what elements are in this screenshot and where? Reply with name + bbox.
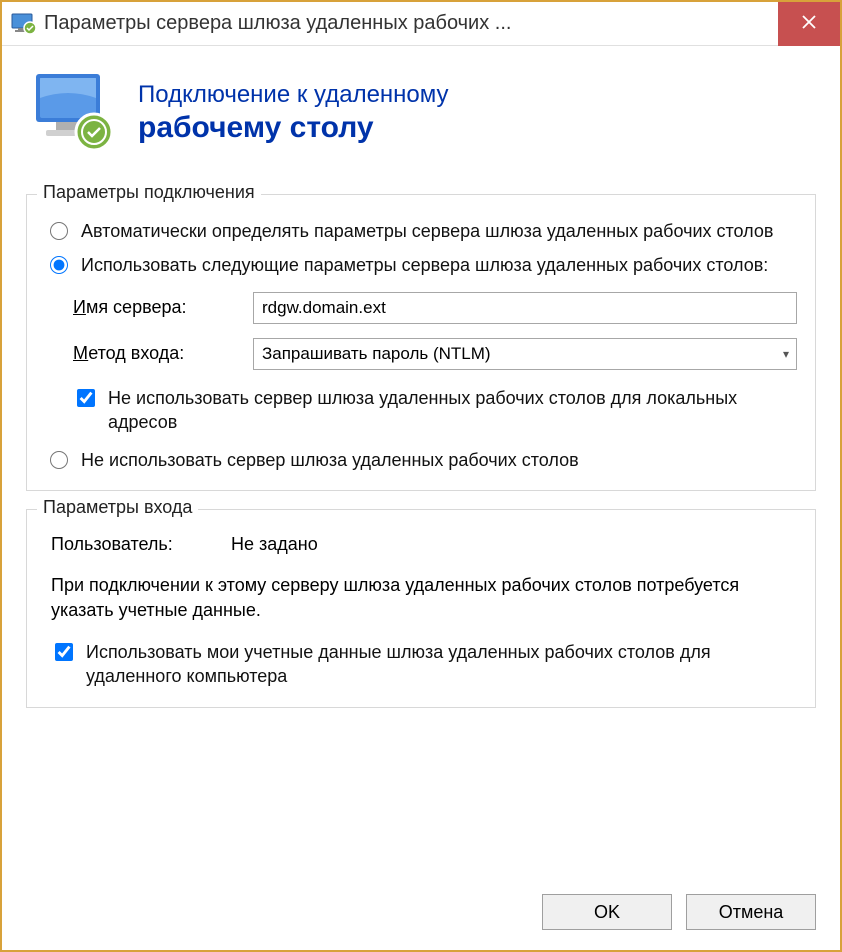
radio-none-row: Не использовать сервер шлюза удаленных р… <box>45 448 797 472</box>
bypass-local-row: Не использовать сервер шлюза удаленных р… <box>73 386 797 435</box>
dialog-header: Подключение к удаленному рабочему столу <box>2 46 840 176</box>
server-name-input[interactable] <box>253 292 797 324</box>
bypass-local-label[interactable]: Не использовать сервер шлюза удаленных р… <box>108 386 797 435</box>
login-method-label: Метод входа: <box>73 343 253 364</box>
user-value: Не задано <box>231 534 318 555</box>
connection-settings-group: Параметры подключения Автоматически опре… <box>26 194 816 491</box>
close-icon <box>802 13 816 34</box>
radio-use-settings[interactable] <box>50 256 68 274</box>
connection-legend: Параметры подключения <box>37 182 261 203</box>
radio-none-label[interactable]: Не использовать сервер шлюза удаленных р… <box>81 448 579 472</box>
server-name-label: Имя сервера: <box>73 297 253 318</box>
login-method-select[interactable]: Запрашивать пароль (NTLM) <box>253 338 797 370</box>
login-method-select-wrap: Запрашивать пароль (NTLM) ▾ <box>253 338 797 370</box>
rdp-icon <box>30 68 120 158</box>
cancel-button[interactable]: Отмена <box>686 894 816 930</box>
close-button[interactable] <box>778 2 840 46</box>
share-creds-checkbox[interactable] <box>55 643 73 661</box>
titlebar: Параметры сервера шлюза удаленных рабочи… <box>2 2 840 46</box>
dialog-content: Параметры подключения Автоматически опре… <box>2 176 840 876</box>
header-line1: Подключение к удаленному <box>138 81 449 109</box>
radio-do-not-use[interactable] <box>50 451 68 469</box>
radio-auto-label[interactable]: Автоматически определять параметры серве… <box>81 219 773 243</box>
share-creds-label[interactable]: Использовать мои учетные данные шлюза уд… <box>86 640 797 689</box>
header-text: Подключение к удаленному рабочему столу <box>138 81 449 145</box>
window-title: Параметры сервера шлюза удаленных рабочи… <box>44 12 778 35</box>
share-creds-row: Использовать мои учетные данные шлюза уд… <box>51 640 797 689</box>
server-name-row: Имя сервера: <box>73 292 797 324</box>
radio-auto-row: Автоматически определять параметры серве… <box>45 219 797 243</box>
dialog-window: Параметры сервера шлюза удаленных рабочи… <box>0 0 842 952</box>
radio-manual-label[interactable]: Использовать следующие параметры сервера… <box>81 253 768 277</box>
radio-manual-row: Использовать следующие параметры сервера… <box>45 253 797 277</box>
ok-button[interactable]: OK <box>542 894 672 930</box>
credentials-note: При подключении к этому серверу шлюза уд… <box>51 573 797 622</box>
user-row: Пользователь: Не задано <box>51 534 797 555</box>
header-line2: рабочему столу <box>138 111 449 145</box>
bypass-local-checkbox[interactable] <box>77 389 95 407</box>
login-settings-group: Параметры входа Пользователь: Не задано … <box>26 509 816 707</box>
user-label: Пользователь: <box>51 534 231 555</box>
login-legend: Параметры входа <box>37 497 198 518</box>
button-bar: OK Отмена <box>2 876 840 950</box>
app-icon <box>10 12 38 36</box>
radio-auto-detect[interactable] <box>50 222 68 240</box>
login-method-row: Метод входа: Запрашивать пароль (NTLM) ▾ <box>73 338 797 370</box>
